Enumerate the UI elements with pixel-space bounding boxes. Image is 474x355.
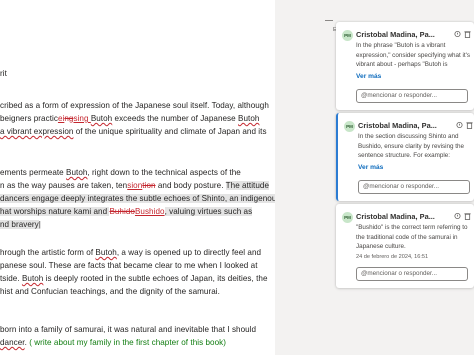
comment-mention-icon[interactable] [456, 121, 463, 129]
text-run: exceeds the number of Japanese [112, 114, 239, 123]
doc-line: nd bravery| [0, 218, 275, 231]
comment-card[interactable]: PM Cristobal Madina, Pa... "Bushido" is … [336, 204, 474, 288]
avatar: PM [342, 212, 353, 223]
comment-body: In the phrase "Butoh is a vibrant expres… [356, 42, 471, 69]
text-run: rit [0, 69, 7, 78]
text-run: dancers engage deeply integrates the sub… [0, 194, 275, 203]
doc-line: dancers engage deeply integrates the sub… [0, 192, 275, 205]
text-run: hat worships nature kami and [0, 207, 110, 216]
doc-line: panese soul. These are facts that became… [0, 259, 275, 272]
avatar: PM [344, 121, 355, 132]
text-run: Buhido [109, 207, 135, 216]
comment-connector [325, 20, 333, 21]
avatar: PM [342, 30, 353, 41]
text-run: Butoh [95, 248, 117, 257]
doc-line: hist and Confucian teachings, and the di… [0, 285, 275, 298]
reply-input[interactable]: @mencionar o responder... [356, 267, 468, 281]
comment-author: Cristobal Madina, Pa... [356, 212, 435, 221]
comment-body: "Bushido" is the correct term referring … [356, 224, 468, 251]
text-run: , a way is opened up to directly feel an… [116, 248, 262, 257]
reply-input[interactable]: @mencionar o responder... [358, 180, 470, 194]
comments-gutter [275, 0, 330, 355]
comment-timestamp: 24 de febrero de 2024, 16:51 [356, 254, 429, 260]
comment-author: Cristobal Madina, Pa... [356, 30, 435, 39]
text-run: and body posture. [155, 181, 226, 190]
comment-card[interactable]: PM Cristobal Madina, Pa... In the phrase… [336, 22, 474, 110]
text-run: dancer [0, 338, 25, 347]
text-run: ements permeate [0, 168, 67, 177]
text-run: sing [73, 114, 91, 123]
comment-mention-icon[interactable] [454, 30, 461, 38]
text-run: is deeply rooted in the subtle echoes of… [43, 274, 268, 283]
comment-author: Cristobal Madina, Pa... [358, 121, 437, 130]
doc-line: a vibrant expression of the unique spiri… [0, 125, 275, 138]
text-run: sion [127, 181, 143, 190]
text-run: beigners practic [0, 114, 58, 123]
text-run: , right down to the technical aspects of… [87, 168, 241, 177]
doc-line: rit [0, 67, 275, 80]
delete-icon[interactable] [464, 30, 471, 38]
delete-icon[interactable] [466, 121, 473, 129]
text-run: n as the way pauses are taken, ten [0, 181, 128, 190]
text-run: Butoh [21, 274, 44, 283]
delete-icon[interactable] [464, 212, 471, 220]
text-run: | [38, 220, 41, 229]
doc-line: beigners practiceingsing Butoh exceeds t… [0, 112, 275, 125]
text-run: hrough the artistic form of [0, 248, 96, 257]
text-run: Bushido [134, 207, 165, 216]
comment-mention-icon[interactable] [454, 212, 461, 220]
reply-input[interactable]: @mencionar o responder... [356, 89, 468, 103]
text-run: panese soul. These are facts that became… [0, 261, 258, 270]
see-more-link[interactable]: Ver más [356, 73, 381, 80]
doc-line: n as the way pauses are taken, tensionti… [0, 179, 275, 192]
text-run: Butoh [66, 168, 88, 177]
text-run: tion [142, 181, 156, 190]
comment-body: In the section discussing Shinto and Bus… [358, 133, 465, 160]
doc-line: tside. Butoh is deeply rooted in the sub… [0, 272, 275, 285]
doc-line: hat worships nature kami and BuhidoBushi… [0, 205, 275, 218]
text-run: cribed as a form of expression of the Ja… [0, 101, 269, 110]
doc-line: born into a family of samurai, it was na… [0, 323, 275, 336]
text-run: a vibrant expression [0, 127, 74, 136]
doc-line: hrough the artistic form of Butoh, a way… [0, 246, 275, 259]
text-run: The attitude [225, 181, 270, 190]
document-page[interactable]: rit cribed as a form of expression of th… [0, 0, 275, 355]
doc-line: dancer. ( write about my family in the f… [0, 336, 275, 349]
doc-line: ements permeate Butoh, right down to the… [0, 166, 275, 179]
see-more-link[interactable]: Ver más [358, 164, 383, 171]
doc-line: cribed as a form of expression of the Ja… [0, 99, 275, 112]
comment-card[interactable]: PM Cristobal Madina, Pa... In the sectio… [336, 113, 474, 201]
text-run: tside. [0, 274, 22, 283]
text-run: Butoh [238, 114, 260, 123]
text-run: ( write about my family in the first cha… [29, 338, 226, 347]
text-run: of the unique spirituality and climate o… [73, 127, 267, 136]
text-run: born into a family of samurai, it was na… [0, 325, 257, 334]
text-run: Butoh [90, 114, 113, 123]
text-run: , valuing virtues such as [164, 207, 253, 216]
text-run: nd bravery [0, 220, 39, 229]
text-run: hist and Confucian teachings, and the di… [0, 287, 220, 296]
